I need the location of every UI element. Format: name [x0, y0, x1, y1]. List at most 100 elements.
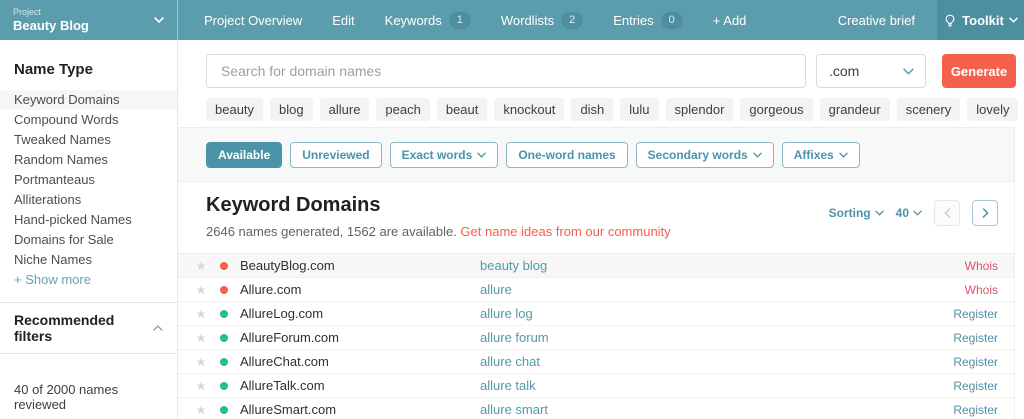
filter-button[interactable]: Exact words [390, 142, 499, 168]
keyword-chip[interactable]: scenery [897, 98, 961, 121]
chevron-down-icon [154, 17, 164, 23]
chevron-up-icon [153, 325, 163, 331]
chevron-down-icon [839, 152, 848, 158]
action-link[interactable]: Register [953, 331, 998, 345]
sorting-dropdown[interactable]: Sorting [829, 206, 884, 220]
tld-select[interactable]: .com [816, 54, 926, 88]
star-icon[interactable]: ★ [194, 379, 208, 393]
filter-button-label: Unreviewed [302, 148, 369, 162]
chevron-down-icon [1009, 17, 1018, 23]
creative-brief-link[interactable]: Creative brief [838, 13, 937, 28]
table-row[interactable]: ★ AllureSmart.com allure smart Register [178, 398, 1014, 419]
sidebar-item[interactable]: Keyword Domains [0, 90, 177, 110]
domain-name: AllureLog.com [240, 306, 480, 321]
filter-button-label: Exact words [402, 148, 473, 162]
community-link[interactable]: Get name ideas from our community [460, 224, 670, 239]
nav-item[interactable]: Project Overview [204, 13, 302, 28]
nav-item[interactable]: Edit [332, 13, 354, 28]
star-icon[interactable]: ★ [194, 331, 208, 345]
table-row[interactable]: ★ AllureTalk.com allure talk Register [178, 374, 1014, 398]
sidebar-item[interactable]: Niche Names [0, 250, 177, 270]
table-row[interactable]: ★ AllureLog.com allure log Register [178, 302, 1014, 326]
show-more-link[interactable]: + Show more [0, 270, 177, 290]
results-section: Keyword Domains 2646 names generated, 15… [178, 182, 1015, 419]
keyword-link[interactable]: allure log [480, 306, 953, 321]
keyword-chip[interactable]: allure [320, 98, 370, 121]
sidebar-item-label: Niche Names [14, 252, 92, 267]
prev-page-button[interactable] [934, 200, 960, 226]
star-icon[interactable]: ★ [194, 283, 208, 297]
keyword-chip[interactable]: peach [376, 98, 429, 121]
sidebar-item[interactable]: Hand-picked Names [0, 210, 177, 230]
table-row[interactable]: ★ AllureForum.com allure forum Register [178, 326, 1014, 350]
nav-item[interactable]: Keywords 1 [385, 12, 471, 29]
keyword-chip[interactable]: lovely [967, 98, 1018, 121]
nav-item[interactable]: + Add [713, 13, 747, 28]
keyword-chip[interactable]: grandeur [820, 98, 890, 121]
reviewed-counter: 40 of 2000 names reviewed [0, 354, 177, 412]
sidebar-item[interactable]: Tweaked Names [0, 130, 177, 150]
next-page-button[interactable] [972, 200, 998, 226]
action-link[interactable]: Whois [965, 283, 998, 297]
recommended-filters-toggle[interactable]: Recommended filters [0, 303, 177, 353]
action-link[interactable]: Whois [965, 259, 998, 273]
keyword-chip[interactable]: knockout [494, 98, 564, 121]
chevron-down-icon [913, 210, 922, 216]
filter-button[interactable]: Affixes [782, 142, 860, 168]
results-header-text: Keyword Domains 2646 names generated, 15… [206, 194, 671, 239]
keyword-chip[interactable]: beauty [206, 98, 263, 121]
keyword-chip[interactable]: blog [270, 98, 313, 121]
filter-button[interactable]: One-word names [506, 142, 627, 168]
keyword-link[interactable]: allure smart [480, 402, 953, 417]
keyword-chip[interactable]: dish [571, 98, 613, 121]
star-icon[interactable]: ★ [194, 355, 208, 369]
filter-button-label: Affixes [794, 148, 834, 162]
sidebar-item[interactable]: Domains for Sale [0, 230, 177, 250]
nav-item[interactable]: Entries 0 [613, 12, 683, 29]
filter-button-label: One-word names [518, 148, 615, 162]
search-input[interactable] [206, 54, 806, 88]
keyword-chip[interactable]: lulu [620, 98, 658, 121]
toolkit-menu[interactable]: Toolkit [937, 0, 1024, 40]
keyword-chip[interactable]: gorgeous [740, 98, 812, 121]
table-row[interactable]: ★ Allure.com allure Whois [178, 278, 1014, 302]
keyword-chip[interactable]: splendor [666, 98, 734, 121]
search-row: .com Generate [206, 54, 1016, 88]
keyword-chip[interactable]: beaut [437, 98, 488, 121]
nav-item[interactable]: Wordlists 2 [501, 12, 583, 29]
project-label: Project [13, 7, 89, 17]
filter-button-label: Available [218, 148, 270, 162]
star-icon[interactable]: ★ [194, 307, 208, 321]
project-switcher[interactable]: Project Beauty Blog [0, 0, 178, 40]
sidebar-item-label: Domains for Sale [14, 232, 114, 247]
sidebar-item[interactable]: Compound Words [0, 110, 177, 130]
keyword-link[interactable]: allure [480, 282, 965, 297]
keyword-link[interactable]: allure chat [480, 354, 953, 369]
sidebar-item-label: Keyword Domains [14, 92, 120, 107]
table-row[interactable]: ★ AllureChat.com allure chat Register [178, 350, 1014, 374]
status-dot [220, 358, 228, 366]
page-size-dropdown[interactable]: 40 [896, 206, 922, 220]
sidebar-item[interactable]: Random Names [0, 150, 177, 170]
star-icon[interactable]: ★ [194, 403, 208, 417]
action-link[interactable]: Register [953, 403, 998, 417]
filter-button[interactable]: Secondary words [636, 142, 774, 168]
results-header: Keyword Domains 2646 names generated, 15… [178, 194, 1014, 239]
action-link[interactable]: Register [953, 355, 998, 369]
tld-value: .com [829, 63, 859, 79]
domain-name: AllureTalk.com [240, 378, 480, 393]
project-name: Beauty Blog [13, 18, 89, 33]
action-link[interactable]: Register [953, 379, 998, 393]
star-icon[interactable]: ★ [194, 259, 208, 273]
sidebar-item[interactable]: Portmanteaus [0, 170, 177, 190]
keyword-link[interactable]: allure talk [480, 378, 953, 393]
filter-button[interactable]: Available [206, 142, 282, 168]
generate-button[interactable]: Generate [942, 54, 1016, 88]
sidebar-item[interactable]: Alliterations [0, 190, 177, 210]
keyword-link[interactable]: allure forum [480, 330, 953, 345]
filter-button[interactable]: Unreviewed [290, 142, 381, 168]
action-link[interactable]: Register [953, 307, 998, 321]
keyword-link[interactable]: beauty blog [480, 258, 965, 273]
table-row[interactable]: ★ BeautyBlog.com beauty blog Whois [178, 254, 1014, 278]
domain-name: AllureSmart.com [240, 402, 480, 417]
